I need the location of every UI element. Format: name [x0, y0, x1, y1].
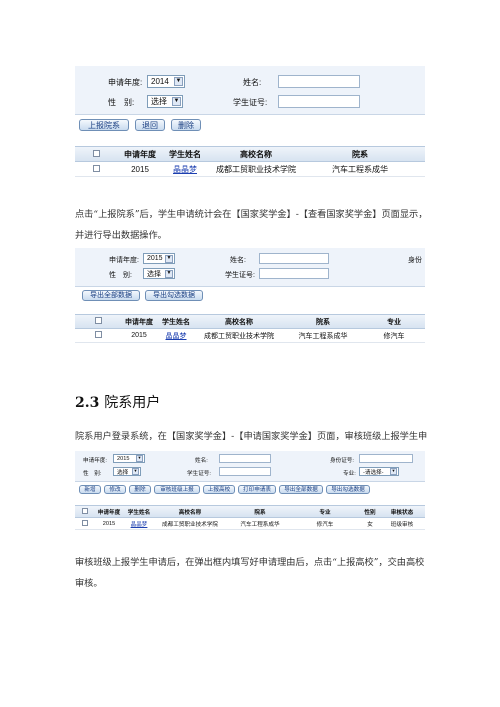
screenshot-department-review: 申请年度: 2015 ▼ 姓名: 身份证号: 性 别: 选择 ▼ 学生证号: 专业:… — [75, 451, 425, 535]
student-id-label: 学生证号: — [225, 272, 255, 279]
col-student-name: 学生姓名 — [162, 318, 190, 326]
gender-label: 性 别: — [109, 272, 132, 279]
section-heading: 2.3 院系用户 — [75, 392, 160, 412]
name-input[interactable] — [219, 454, 271, 463]
year-label: 申请年度: — [109, 257, 139, 264]
print-form-button[interactable]: 打印申请表 — [238, 485, 276, 494]
name-label: 姓名: — [230, 257, 246, 264]
select-all-checkbox[interactable] — [92, 149, 100, 157]
edit-button[interactable]: 修改 — [104, 485, 126, 494]
year-label: 申请年度: — [108, 78, 143, 87]
search-form: 申请年度: 2015 ▼ 姓名: 身份证号: 性 别: 选择 ▼ 学生证号: 专业:… — [75, 451, 425, 482]
search-form: 申请年度: 2014 ▼ 姓名: 性 别: 选择 ▼ 学生证号: — [75, 66, 425, 115]
col-student-name: 学生姓名 — [169, 149, 201, 159]
applications-table: 申请年度 学生姓名 高校名称 院系 专业 2015 晶晶梦 成都工贸职业技术学院… — [75, 314, 425, 343]
applications-table: 申请年度 学生姓名 高校名称 院系 2015 晶晶梦 成都工贸职业技术学院 汽车… — [75, 146, 425, 177]
search-form: 申请年度: 2015 ▼ 姓名: 身份 性 别: 选择 ▼ 学生证号: — [75, 248, 425, 287]
delete-button[interactable]: 删除 — [171, 119, 201, 131]
report-department-button[interactable]: 上报院系 — [79, 119, 129, 131]
student-name-link[interactable]: 晶晶梦 — [157, 331, 195, 341]
chevron-down-icon: ▼ — [132, 468, 139, 475]
student-id-input[interactable] — [219, 467, 271, 476]
col-student-name: 学生姓名 — [127, 509, 151, 516]
col-year: 申请年度 — [97, 509, 121, 516]
col-year: 申请年度 — [124, 149, 156, 159]
export-selected-button[interactable]: 导出勾选数据 — [326, 485, 370, 494]
col-major: 专业 — [319, 509, 331, 516]
toolbar: 上报院系 退回 删除 — [79, 119, 201, 131]
select-all-checkbox[interactable] — [82, 507, 88, 514]
export-all-button[interactable]: 导出全部数据 — [82, 290, 140, 301]
delete-button[interactable]: 删除 — [129, 485, 151, 494]
export-selected-button[interactable]: 导出勾选数据 — [145, 290, 203, 301]
report-school-button[interactable]: 上报高校 — [203, 485, 235, 494]
row-checkbox[interactable] — [94, 331, 102, 338]
gender-select[interactable]: 选择 ▼ — [143, 268, 175, 279]
return-button[interactable]: 退回 — [135, 119, 165, 131]
year-select[interactable]: 2015 ▼ — [113, 454, 145, 463]
chevron-down-icon: ▼ — [390, 468, 397, 475]
col-gender: 性别 — [364, 509, 376, 516]
id-card-label: 身份证号: — [330, 458, 354, 464]
chevron-down-icon: ▼ — [165, 254, 173, 263]
add-button[interactable]: 新增 — [79, 485, 101, 494]
table-header: 申请年度 学生姓名 高校名称 院系 专业 — [75, 314, 425, 329]
section-title: 院系用户 — [104, 395, 161, 411]
paragraph-3: 审核班级上报学生申请后，在弹出框内填写好申请理由后，点击“上报高校”，交由高校审… — [75, 557, 425, 589]
id-card-input[interactable] — [359, 454, 413, 463]
col-review-status: 审核状态 — [390, 509, 414, 516]
table-row: 2015 晶晶梦 成都工贸职业技术学院 汽车工程系成华 修汽车 女 班级审核 — [75, 518, 425, 530]
paragraph-1: 点击“上报院系”后，学生申请统计会在【国家奖学金】-【查看国家奖学金】页面显示，… — [75, 209, 428, 241]
name-input[interactable] — [278, 75, 360, 88]
student-name-link[interactable]: 晶晶梦 — [163, 164, 207, 175]
row-checkbox[interactable] — [82, 519, 88, 526]
year-select[interactable]: 2014 ▼ — [147, 75, 185, 88]
chevron-down-icon: ▼ — [172, 97, 181, 106]
screenshot-view-export: 申请年度: 2015 ▼ 姓名: 身份 性 别: 选择 ▼ 学生证号: 导出全部数据… — [75, 248, 425, 351]
gender-select[interactable]: 选择 ▼ — [113, 467, 141, 476]
applications-table: 申请年度 学生姓名 高校名称 院系 专业 性别 审核状态 2015 晶晶梦 成都… — [75, 505, 425, 530]
id-card-label: 身份 — [408, 257, 422, 264]
name-label: 姓名: — [195, 458, 208, 464]
table-row: 2015 晶晶梦 成都工贸职业技术学院 汽车工程系成华 修汽车 — [75, 329, 425, 343]
table-header: 申请年度 学生姓名 高校名称 院系 — [75, 146, 425, 162]
student-id-label: 学生证号: — [233, 98, 268, 107]
col-school: 高校名称 — [225, 318, 253, 326]
col-department: 院系 — [316, 318, 330, 326]
col-year: 申请年度 — [125, 318, 153, 326]
screenshot-class-report: 申请年度: 2014 ▼ 姓名: 性 别: 选择 ▼ 学生证号: 上报院系 退回 删… — [75, 66, 425, 184]
chevron-down-icon: ▼ — [174, 77, 183, 86]
toolbar: 新增 修改 删除 审核班级上报 上报高校 打印申请表 导出全部数据 导出勾选数据 — [79, 485, 370, 494]
major-label: 专业: — [343, 471, 356, 477]
chevron-down-icon: ▼ — [165, 269, 173, 278]
section-number: 2.3 — [75, 395, 100, 411]
row-checkbox[interactable] — [92, 164, 100, 172]
student-id-input[interactable] — [278, 95, 360, 108]
name-input[interactable] — [259, 253, 329, 264]
table-header: 申请年度 学生姓名 高校名称 院系 专业 性别 审核状态 — [75, 505, 425, 518]
year-label: 申请年度: — [83, 458, 107, 464]
year-select[interactable]: 2015 ▼ — [143, 253, 175, 264]
col-major: 专业 — [387, 318, 401, 326]
col-department: 院系 — [352, 149, 368, 159]
gender-label: 性 别: — [83, 471, 102, 477]
select-all-checkbox[interactable] — [94, 317, 102, 324]
col-school: 高校名称 — [240, 149, 272, 159]
toolbar: 导出全部数据 导出勾选数据 — [82, 290, 203, 301]
name-label: 姓名: — [243, 78, 262, 87]
review-class-report-button[interactable]: 审核班级上报 — [154, 485, 200, 494]
gender-select[interactable]: 选择 ▼ — [147, 95, 183, 108]
student-name-link[interactable]: 晶晶梦 — [123, 520, 155, 528]
chevron-down-icon: ▼ — [136, 455, 143, 462]
gender-label: 性 别: — [108, 98, 135, 107]
col-department: 院系 — [254, 509, 266, 516]
student-id-label: 学生证号: — [187, 471, 211, 477]
student-id-input[interactable] — [259, 268, 329, 279]
export-all-button[interactable]: 导出全部数据 — [279, 485, 323, 494]
major-select[interactable]: -请选择- ▼ — [359, 467, 399, 476]
table-row: 2015 晶晶梦 成都工贸职业技术学院 汽车工程系成华 — [75, 162, 425, 177]
col-school: 高校名称 — [178, 509, 202, 516]
